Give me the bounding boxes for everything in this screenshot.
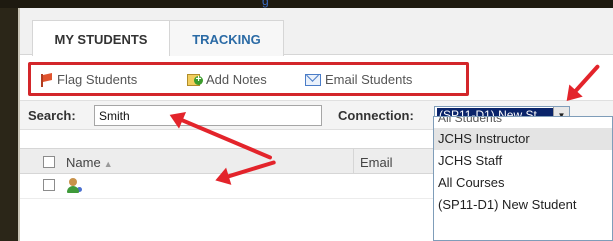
dropdown-option-all-courses[interactable]: All Courses (434, 172, 612, 194)
search-label: Search: (28, 108, 76, 123)
top-strip: g (0, 0, 613, 8)
tab-my-students[interactable]: MY STUDENTS (32, 20, 170, 56)
select-all-checkbox[interactable] (43, 156, 55, 168)
flag-students-label: Flag Students (57, 72, 138, 87)
dropdown-option-jchs-staff[interactable]: JCHS Staff (434, 150, 612, 172)
dropdown-option-jchs-instructor[interactable]: JCHS Instructor (434, 128, 612, 150)
email-icon (305, 73, 321, 86)
toolbar-highlight: Flag Students Add Notes Email Students (28, 62, 469, 96)
top-link[interactable]: g (262, 0, 269, 8)
email-students-label: Email Students (325, 72, 413, 87)
student-icon (67, 178, 83, 194)
connection-dropdown-list: All Students JCHS Instructor JCHS Staff … (433, 116, 613, 241)
sort-ascending-icon: ▲ (103, 159, 113, 169)
add-notes-button[interactable]: Add Notes (186, 72, 267, 87)
search-input[interactable] (94, 105, 322, 126)
flag-icon (39, 73, 53, 87)
column-header-name[interactable]: Name ▲ (66, 155, 113, 170)
tab-tracking[interactable]: TRACKING (170, 20, 284, 56)
connection-label: Connection: (338, 108, 414, 123)
flag-students-button[interactable]: Flag Students (39, 72, 137, 87)
row-checkbox[interactable] (43, 179, 55, 191)
column-divider (353, 149, 354, 173)
column-header-email[interactable]: Email (360, 155, 393, 170)
add-notes-label: Add Notes (206, 72, 267, 87)
dropdown-option-new-student[interactable]: (SP11-D1) New Student (434, 194, 612, 216)
email-students-button[interactable]: Email Students (305, 72, 412, 87)
tab-bar: MY STUDENTS TRACKING (20, 8, 613, 56)
add-note-icon (186, 73, 203, 87)
column-name-label: Name (66, 155, 101, 170)
